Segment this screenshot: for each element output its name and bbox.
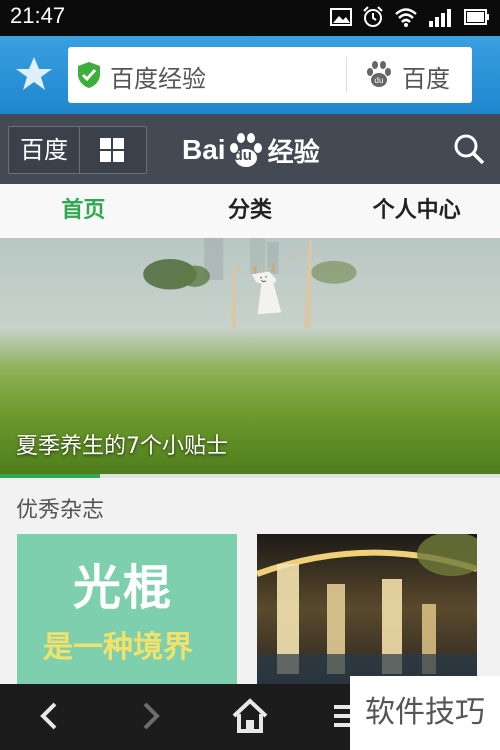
magazine-card[interactable]: 光棍 是一种境界 <box>17 534 237 684</box>
shield-icon <box>76 61 102 89</box>
hero-background-art <box>143 238 357 328</box>
star-icon[interactable] <box>14 54 54 94</box>
image-icon <box>330 8 352 30</box>
hero-progress-fill <box>0 474 100 478</box>
url-text: 百度经验 <box>110 65 206 93</box>
url-field[interactable]: 百度经验 du 百度 <box>68 47 472 103</box>
wifi-icon <box>394 7 418 31</box>
hero-banner[interactable]: 夏季养生的7个小贴士 <box>0 238 500 474</box>
hero-caption[interactable]: 夏季养生的7个小贴士 <box>16 428 228 460</box>
tab-categories[interactable]: 分类 <box>167 184 334 238</box>
signal-icon <box>428 7 454 31</box>
magazine-title: 光棍 <box>73 560 174 616</box>
home-icon[interactable] <box>230 696 270 736</box>
status-time: 21:47 <box>10 3 66 28</box>
tab-home[interactable]: 首页 <box>0 184 167 238</box>
site-header: 百度 Bai du 经验 <box>0 114 500 184</box>
main-tabs: 首页 分类 个人中心 <box>0 184 500 239</box>
back-icon[interactable] <box>30 696 70 736</box>
baidu-home-button[interactable]: 百度 <box>8 126 80 174</box>
magazine-cover-image <box>257 534 477 684</box>
url-divider <box>346 57 347 93</box>
magazine-card[interactable] <box>257 534 477 684</box>
logo-text-bai: Bai <box>182 134 226 165</box>
battery-icon <box>464 7 490 31</box>
paw-icon[interactable]: du <box>364 59 394 89</box>
grid-icon <box>100 138 124 166</box>
logo-paw: du <box>226 130 266 170</box>
search-engine-label[interactable]: 百度 <box>402 59 450 94</box>
tab-personal-center[interactable]: 个人中心 <box>333 184 500 238</box>
logo-text-suffix: 经验 <box>267 137 320 168</box>
address-bar: 百度经验 du 百度 <box>0 36 500 114</box>
watermark-label: 软件技巧 <box>350 676 500 750</box>
baidu-jingyan-logo[interactable]: Bai du 经验 <box>182 130 320 170</box>
logo-text-du: du <box>233 147 252 164</box>
status-icons <box>330 6 490 32</box>
hero-carousel-progress <box>0 474 500 478</box>
search-icon[interactable] <box>452 132 486 166</box>
alarm-icon <box>362 6 384 32</box>
forward-icon[interactable] <box>130 696 170 736</box>
status-bar: 21:47 <box>0 0 500 36</box>
magazine-subtitle: 是一种境界 <box>43 630 193 665</box>
svg-text:du: du <box>375 76 384 85</box>
grid-menu-button[interactable] <box>79 126 147 174</box>
section-title: 优秀杂志 <box>16 498 105 523</box>
